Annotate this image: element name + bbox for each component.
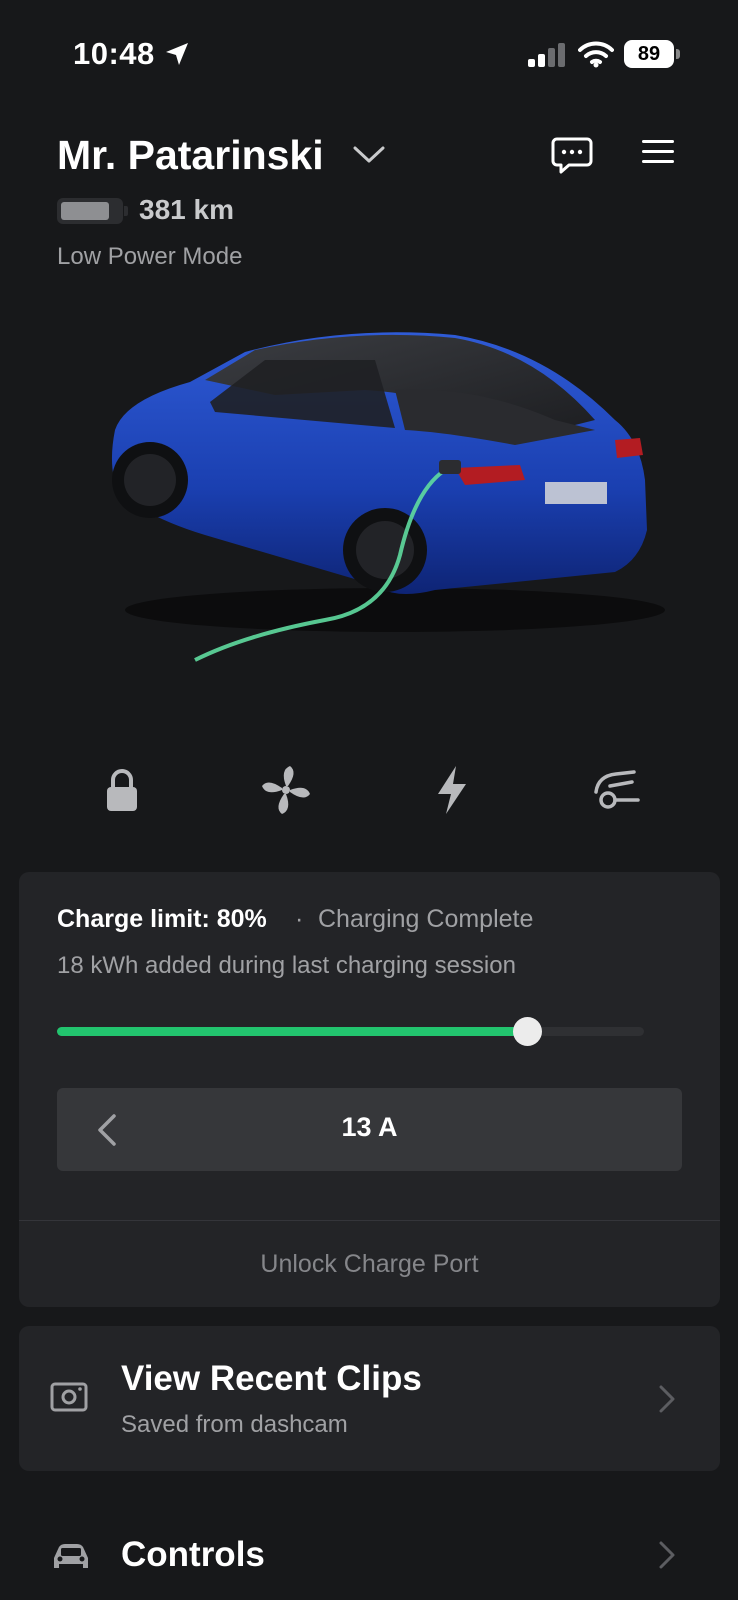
energy-added-text: 18 kWh added during last charging sessio… bbox=[57, 952, 516, 979]
power-mode-label: Low Power Mode bbox=[57, 243, 243, 270]
vehicle-name[interactable]: Mr. Patarinski bbox=[57, 132, 324, 179]
recent-clips-subtitle: Saved from dashcam bbox=[121, 1411, 348, 1438]
separator-dot: · bbox=[295, 905, 304, 933]
vehicle-range: 381 km bbox=[139, 194, 234, 225]
chevron-right-icon bbox=[659, 1385, 675, 1413]
unlock-charge-port-button[interactable]: Unlock Charge Port bbox=[19, 1250, 720, 1279]
vehicle-battery-nub bbox=[124, 206, 128, 216]
location-arrow-icon bbox=[166, 43, 188, 65]
messages-icon[interactable] bbox=[551, 135, 593, 175]
amperage-value: 13 A bbox=[341, 1112, 398, 1142]
fan-icon[interactable] bbox=[258, 762, 314, 818]
card-divider bbox=[19, 1220, 720, 1221]
charge-port-icon[interactable] bbox=[590, 762, 646, 818]
charge-limit-label: Charge limit: 80% bbox=[57, 905, 267, 933]
lock-icon[interactable] bbox=[94, 762, 150, 818]
car-icon bbox=[54, 1544, 88, 1568]
chevron-right-icon[interactable] bbox=[657, 1539, 677, 1571]
wifi-icon bbox=[578, 41, 614, 68]
controls-link[interactable]: Controls bbox=[121, 1535, 265, 1575]
bolt-icon[interactable] bbox=[424, 762, 480, 818]
vehicle-image bbox=[111, 332, 665, 662]
phone-battery-nub bbox=[676, 49, 680, 59]
status-time: 10:48 bbox=[73, 36, 155, 71]
dashcam-icon bbox=[50, 1382, 88, 1412]
vehicle-battery-fill bbox=[61, 202, 109, 220]
charge-limit-slider-thumb[interactable] bbox=[513, 1017, 542, 1046]
vehicle-select-chevron-down-icon[interactable] bbox=[352, 144, 386, 166]
cellular-signal-icon bbox=[528, 43, 565, 67]
recent-clips-title: View Recent Clips bbox=[121, 1359, 422, 1398]
hamburger-menu-icon[interactable] bbox=[640, 136, 676, 168]
charging-status: Charging Complete bbox=[318, 905, 534, 933]
charge-limit-slider-fill bbox=[57, 1027, 527, 1036]
phone-battery-indicator: 89 bbox=[624, 40, 674, 68]
